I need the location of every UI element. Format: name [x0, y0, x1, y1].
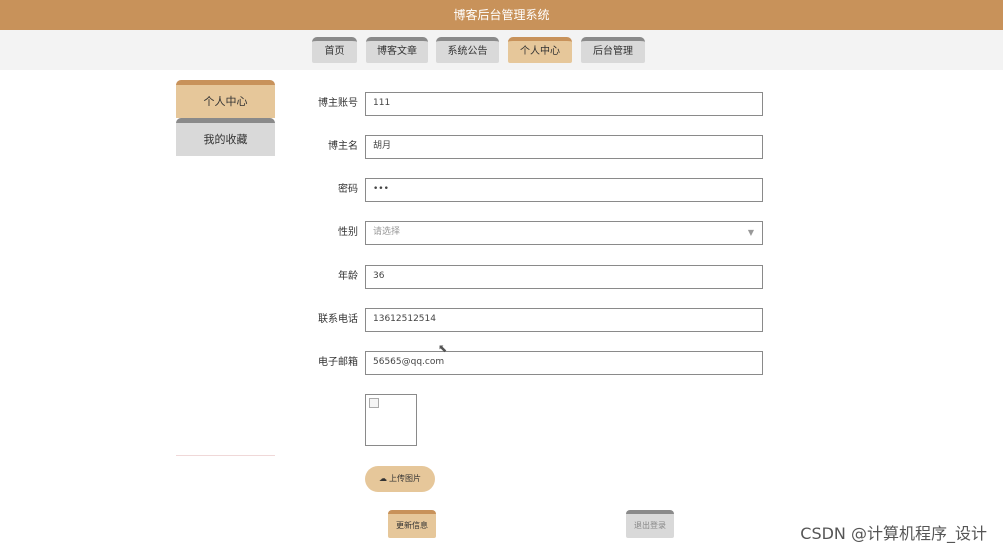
nav-tab-announcements[interactable]: 系统公告 [436, 37, 499, 63]
gender-label: 性别 [338, 227, 358, 238]
upload-image-label: 上传图片 [389, 474, 421, 483]
password-input[interactable]: ••• [365, 178, 763, 202]
avatar-preview [365, 394, 417, 446]
sidebar-divider [176, 455, 275, 456]
name-row: 博主名 胡月 [300, 135, 770, 161]
gender-select[interactable]: 请选择 ▼ [365, 221, 763, 245]
phone-row: 联系电话 13612512514 [300, 308, 770, 334]
sidebar: 个人中心 我的收藏 [176, 80, 275, 156]
sidebar-item-personal-center[interactable]: 个人中心 [176, 80, 275, 118]
account-input[interactable]: 111 [365, 92, 763, 116]
account-label: 博主账号 [318, 98, 358, 109]
nav-tab-admin[interactable]: 后台管理 [581, 37, 645, 63]
mouse-pointer-icon: ⬉ [438, 342, 448, 355]
email-input[interactable]: 56565@qq.com [365, 351, 763, 375]
email-row: 电子邮箱 56565@qq.com [300, 351, 770, 377]
nav-tab-personal-center[interactable]: 个人中心 [508, 37, 572, 63]
cloud-upload-icon: ☁ [379, 474, 387, 483]
sidebar-item-favorites[interactable]: 我的收藏 [176, 118, 275, 156]
password-label: 密码 [338, 184, 358, 195]
age-row: 年龄 36 [300, 265, 770, 291]
age-label: 年龄 [338, 271, 358, 282]
gender-row: 性别 请选择 ▼ [300, 221, 770, 247]
app-title: 博客后台管理系统 [0, 0, 1003, 30]
email-label: 电子邮箱 [318, 357, 358, 368]
broken-image-icon [369, 398, 379, 408]
phone-input[interactable]: 13612512514 [365, 308, 763, 332]
account-row: 博主账号 111 [300, 92, 770, 118]
chevron-down-icon: ▼ [747, 228, 754, 237]
watermark: CSDN @计算机程序_设计 [800, 524, 987, 543]
name-label: 博主名 [328, 141, 358, 152]
nav-tab-blog-articles[interactable]: 博客文章 [366, 37, 428, 63]
password-row: 密码 ••• [300, 178, 770, 204]
update-info-button[interactable]: 更新信息 [388, 510, 436, 538]
logout-button[interactable]: 退出登录 [626, 510, 674, 538]
phone-label: 联系电话 [318, 314, 358, 325]
main-nav: 首页 博客文章 系统公告 个人中心 后台管理 [0, 30, 1003, 70]
age-input[interactable]: 36 [365, 265, 763, 289]
upload-image-button[interactable]: ☁ 上传图片 [365, 466, 435, 492]
name-input[interactable]: 胡月 [365, 135, 763, 159]
gender-placeholder: 请选择 [373, 227, 401, 237]
nav-tab-home[interactable]: 首页 [312, 37, 357, 63]
